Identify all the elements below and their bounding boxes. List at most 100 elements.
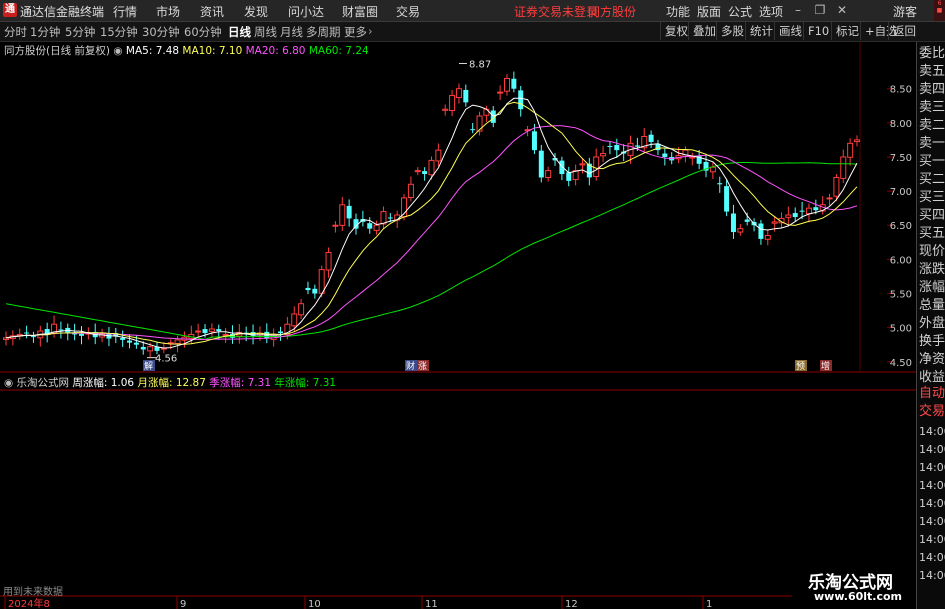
side-panel-item[interactable]: 14:00	[919, 568, 945, 583]
candle-body	[407, 183, 414, 199]
side-panel-item[interactable]: 14:00	[919, 514, 945, 529]
year-change: 年涨幅: 7.31	[274, 377, 337, 389]
side-panel-item[interactable]: 换手	[919, 334, 945, 349]
candle-body	[758, 223, 764, 239]
side-panel-item[interactable]: 交易	[919, 404, 945, 419]
candle-body	[717, 183, 723, 185]
week-change: 周涨幅: 1.06	[72, 377, 135, 389]
side-panel-item[interactable]: 卖四	[919, 82, 945, 97]
candle-body	[120, 337, 126, 340]
candle-body	[785, 214, 792, 218]
side-panel-item[interactable]: 买三	[919, 190, 945, 205]
indicator-name[interactable]: 乐淘公式网	[17, 377, 70, 389]
candle-body	[367, 223, 373, 229]
candle-body	[133, 342, 139, 345]
ma10-line	[5, 101, 858, 345]
event-tag-cai: 财	[406, 360, 415, 372]
candle-body	[566, 172, 572, 181]
time-tick-label: 2024年8	[8, 597, 50, 609]
candle-body	[538, 150, 544, 178]
side-panel-item[interactable]: 净资	[919, 352, 945, 367]
moving-average-lines	[5, 97, 858, 349]
side-panel-item[interactable]: 收益	[919, 370, 945, 385]
side-panel-item[interactable]: 涨幅	[919, 280, 945, 295]
settings-dot-icon[interactable]: ◉	[4, 377, 13, 389]
side-panel-item[interactable]: 14:00	[919, 424, 945, 439]
price-tick-label: 5.00	[890, 324, 912, 335]
candle-body	[600, 153, 607, 157]
candle-body	[730, 213, 736, 233]
candle-body	[216, 329, 222, 332]
side-panel-item[interactable]: 14:00	[919, 496, 945, 511]
candle-body	[799, 210, 805, 212]
low-price-label: 4.56	[155, 354, 177, 365]
season-change: 季涨幅: 7.31	[209, 377, 272, 389]
indicator-legend: ◉ 乐淘公式网 周涨幅: 1.06 月涨幅: 12.87 季涨幅: 7.31 年…	[4, 375, 336, 390]
side-panel-item[interactable]: 买一	[919, 154, 945, 169]
candle-body	[387, 217, 393, 219]
candle-body	[312, 288, 318, 294]
candle-body	[147, 346, 154, 352]
candle-body	[833, 176, 840, 197]
side-panel-item[interactable]: 卖二	[919, 118, 945, 133]
candle-body	[709, 166, 716, 173]
candle-body	[140, 346, 146, 350]
candle-body	[291, 313, 298, 327]
candle-body	[503, 77, 510, 92]
candle-body	[813, 207, 819, 211]
candle-body	[422, 171, 428, 175]
side-panel-item[interactable]: 14:00	[919, 532, 945, 547]
candle-body	[24, 332, 30, 334]
kline-chart[interactable]: 8.50 8.00 7.50 7.00 6.50 6.00 5.50 5.00 4.50 202…	[0, 0, 945, 609]
candle-body	[278, 331, 284, 334]
candle-body	[449, 95, 456, 112]
candle-body	[545, 170, 552, 179]
side-panel-item[interactable]: 现价	[919, 244, 945, 259]
side-panel-item[interactable]: 14:00	[919, 478, 945, 493]
watermark-url: www.60lt.com	[814, 590, 903, 603]
candle-body	[607, 145, 613, 147]
month-change: 月涨幅: 12.87	[137, 377, 206, 389]
candle-body	[442, 108, 449, 111]
side-panel-item[interactable]: 买二	[919, 172, 945, 187]
candle-body	[30, 336, 36, 338]
side-panel-item[interactable]: 14:00	[919, 460, 945, 475]
candle-body	[346, 205, 352, 219]
time-tick-label: 11	[425, 599, 438, 609]
side-panel-item[interactable]: 卖三	[919, 100, 945, 115]
side-panel-item[interactable]: 卖一	[919, 136, 945, 151]
event-tag-yu: 预	[796, 361, 805, 372]
candle-body	[792, 213, 798, 218]
candle-body	[854, 139, 860, 143]
price-tick-label: 6.00	[890, 255, 912, 266]
side-panel-item[interactable]: 自动	[919, 386, 945, 401]
candle-body	[648, 134, 654, 142]
side-panel-item[interactable]: 买五	[919, 226, 945, 241]
candle-body	[483, 108, 490, 116]
time-tick-label: 10	[308, 599, 321, 609]
price-tick-label: 6.50	[890, 221, 912, 232]
side-panel-item[interactable]: 涨跌	[919, 262, 945, 277]
candle-body	[428, 159, 435, 176]
side-panel-item[interactable]: 总量	[919, 298, 945, 313]
price-axis: 8.50 8.00 7.50 7.00 6.50 6.00 5.50 5.00 4.50	[887, 85, 912, 369]
candle-body	[174, 339, 181, 345]
side-panel-item[interactable]: 买四	[919, 208, 945, 223]
candle-body	[559, 160, 565, 175]
candle-body	[634, 145, 640, 147]
side-panel-item[interactable]: 卖五	[919, 64, 945, 79]
side-panel-item[interactable]: 外盘	[919, 316, 945, 331]
candle-body	[737, 228, 744, 233]
side-panel-item[interactable]: 14:00	[919, 550, 945, 565]
chart-annotations: 8.87 4.56解 财涨 预 增	[143, 59, 832, 372]
side-panel-item[interactable]: 委比	[919, 46, 945, 61]
candle-body	[380, 211, 387, 225]
price-tick-label: 8.00	[890, 119, 912, 130]
candle-body	[195, 330, 202, 333]
side-panel-item[interactable]: 14:00	[919, 442, 945, 457]
time-tick-label: 1	[706, 599, 712, 609]
candle-body	[689, 156, 696, 159]
candle-body	[455, 88, 462, 98]
candle-body	[470, 129, 476, 131]
event-tag-zeng: 增	[821, 360, 830, 372]
